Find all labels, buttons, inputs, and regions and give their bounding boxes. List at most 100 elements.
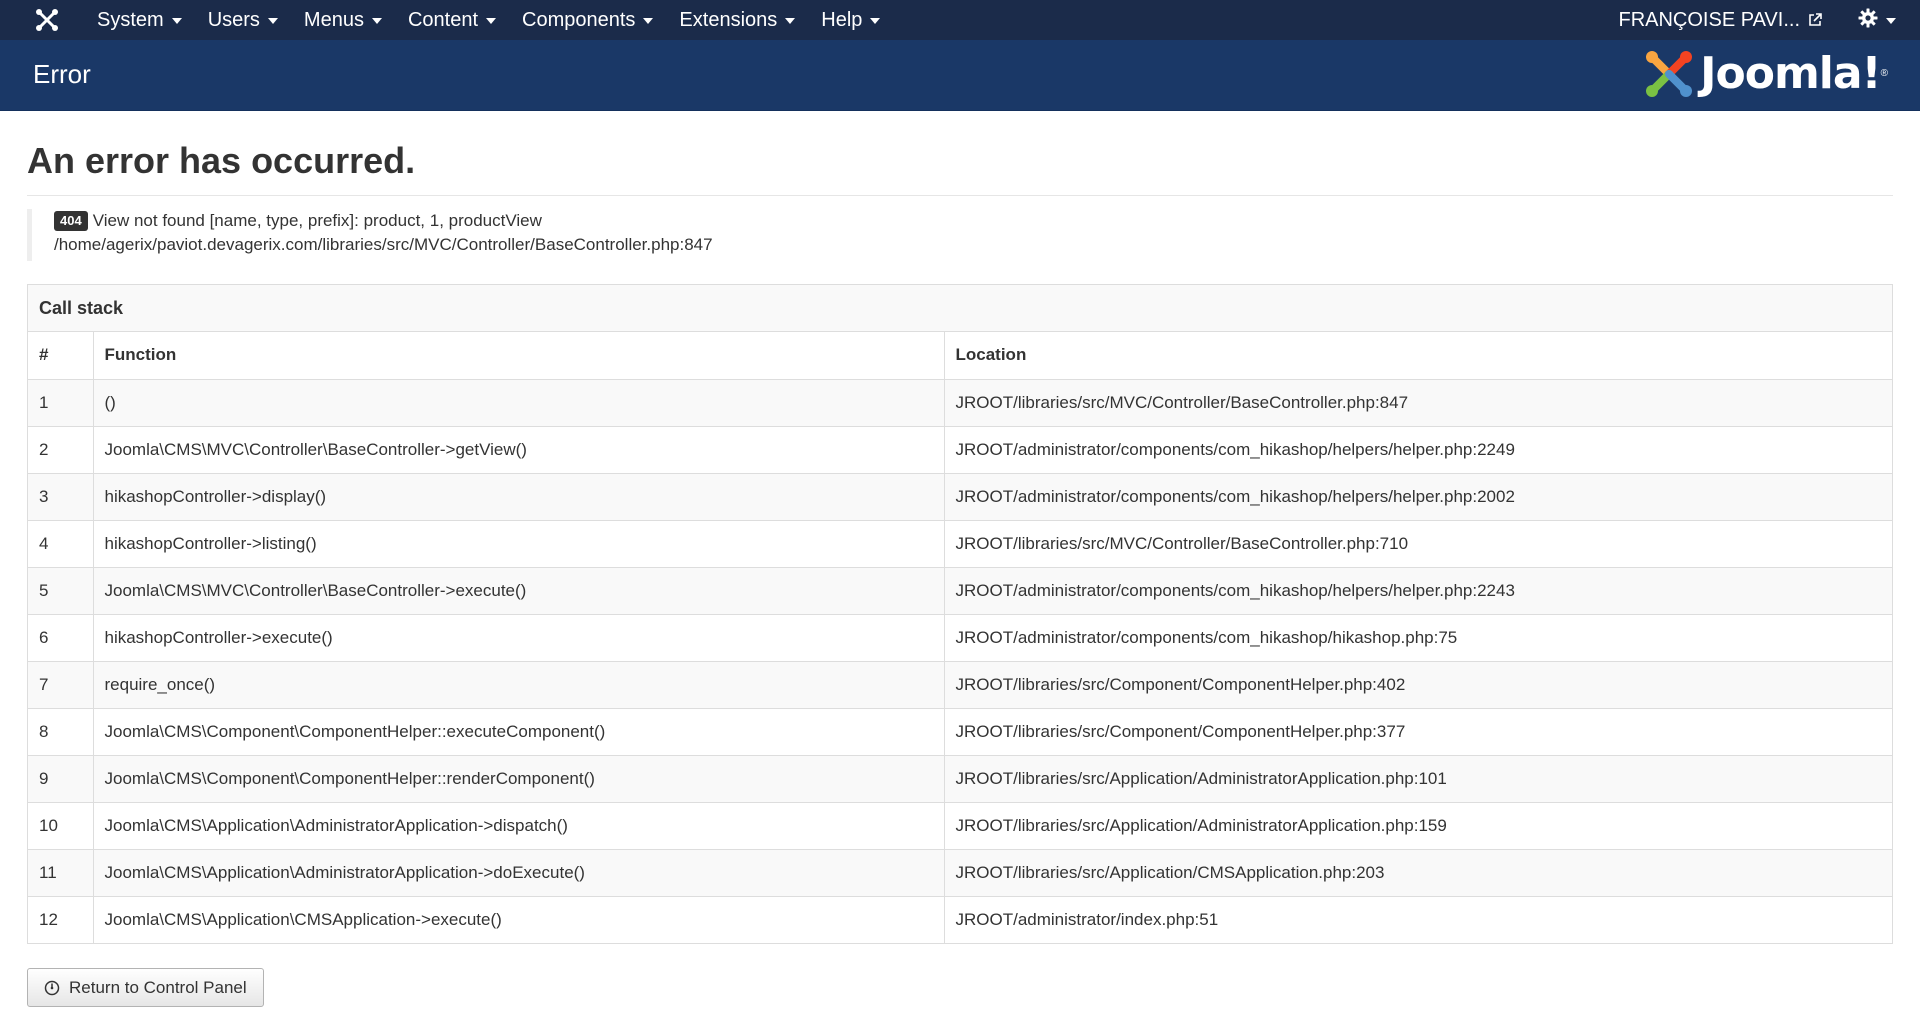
menu-help[interactable]: Help [808,0,893,40]
cell-num: 11 [28,849,94,897]
logo-text: Joomla! [1700,48,1882,99]
table-row: 9 Joomla\CMS\Component\ComponentHelper::r… [28,755,1892,803]
top-navbar: System Users Menus Content Components Ex… [0,0,1920,40]
cell-function: hikashopController->execute() [93,614,945,662]
cell-function: hikashopController->display() [93,473,945,521]
column-header-location: Location [944,332,1892,380]
cell-function: Joomla\CMS\Application\AdministratorAppl… [93,849,945,897]
column-header-num: # [28,332,94,380]
call-stack-caption: Call stack [28,285,1892,332]
table-row: 4 hikashopController->listing() JROOT/libr… [28,520,1892,568]
page-header: Error Joomla! ® [0,40,1920,111]
caret-down-icon [267,18,278,24]
cell-num: 3 [28,473,94,521]
menu-label: Extensions [679,8,778,31]
menu-system[interactable]: System [84,0,195,40]
gear-icon [1858,8,1878,33]
cell-location: JROOT/administrator/index.php:51 [944,896,1892,943]
error-heading: An error has occurred. [27,140,416,181]
divider [27,195,1893,196]
main-content: An error has occurred. 404 View not foun… [27,111,1893,1007]
table-row: 5 Joomla\CMS\MVC\Controller\BaseControlle… [28,567,1892,615]
cell-location: JROOT/administrator/components/com_hikas… [944,426,1892,474]
dashboard-icon [44,980,60,996]
external-link-icon [1808,13,1822,27]
cell-num: 2 [28,426,94,474]
return-button-label: Return to Control Panel [69,977,247,997]
cell-function: require_once() [93,661,945,709]
caret-down-icon [1886,18,1896,24]
table-row: 11 Joomla\CMS\Application\AdministratorAp… [28,849,1892,897]
caret-down-icon [785,18,796,24]
error-code-badge: 404 [54,211,88,231]
cell-location: JROOT/administrator/components/com_hikas… [944,473,1892,521]
cell-function: () [93,379,945,427]
cell-function: Joomla\CMS\Application\AdministratorAppl… [93,802,945,850]
joomla-logo: Joomla! ® [1644,48,1888,99]
cell-num: 12 [28,896,94,943]
menu-components[interactable]: Components [509,0,666,40]
settings-dropdown[interactable] [1858,8,1896,33]
cell-num: 7 [28,661,94,709]
cell-num: 1 [28,379,94,427]
table-row: 6 hikashopController->execute() JROOT/admi… [28,614,1892,662]
caret-down-icon [486,18,497,24]
cell-function: Joomla\CMS\MVC\Controller\BaseController… [93,426,945,474]
main-menu: System Users Menus Content Components Ex… [84,0,893,40]
navbar-right: FRANÇOISE PAVI... [1618,0,1896,40]
table-row: 12 Joomla\CMS\Application\CMSApplication-… [28,896,1892,943]
cell-function: Joomla\CMS\Component\ComponentHelper::re… [93,755,945,803]
call-stack-table: Call stack # Function Location 1() JROOT/… [27,284,1893,944]
table-row: 2 Joomla\CMS\MVC\Controller\BaseControlle… [28,426,1892,474]
table-row: 8 Joomla\CMS\Component\ComponentHelper::e… [28,708,1892,756]
cell-location: JROOT/libraries/src/MVC/Controller/BaseC… [944,520,1892,568]
caret-down-icon [643,18,654,24]
cell-location: JROOT/administrator/components/com_hikas… [944,614,1892,662]
menu-label: Users [207,8,260,31]
cell-function: Joomla\CMS\Component\ComponentHelper::ex… [93,708,945,756]
cell-function: Joomla\CMS\Application\CMSApplication->e… [93,896,945,943]
cell-location: JROOT/libraries/src/Application/Administ… [944,755,1892,803]
cell-location: JROOT/libraries/src/MVC/Controller/BaseC… [944,379,1892,427]
table-row: 10 Joomla\CMS\Application\AdministratorAp… [28,802,1892,850]
caret-down-icon [371,18,382,24]
table-header-row: # Function Location [28,332,1892,380]
menu-label: System [97,8,164,31]
cell-num: 5 [28,567,94,615]
column-header-function: Function [93,332,945,380]
error-message: View not found [name, type, prefix]: pro… [92,211,542,230]
cell-num: 9 [28,755,94,803]
cell-num: 4 [28,520,94,568]
cell-function: Joomla\CMS\MVC\Controller\BaseController… [93,567,945,615]
call-stack-grid: # Function Location 1() JROOT/libraries/s… [28,332,1892,943]
menu-extensions[interactable]: Extensions [666,0,808,40]
cell-num: 8 [28,708,94,756]
table-row: 1() JROOT/libraries/src/MVC/Controller/Ba… [28,379,1892,427]
user-name: FRANÇOISE PAVI... [1618,8,1800,31]
menu-label: Content [407,8,479,31]
cell-location: JROOT/libraries/src/Component/ComponentH… [944,661,1892,709]
table-row: 3 hikashopController->display() JROOT/admi… [28,473,1892,521]
table-row: 7 require_once() JROOT/libraries/src/Compo… [28,661,1892,709]
menu-menus[interactable]: Menus [291,0,395,40]
page-header-title: Error [33,59,91,89]
cell-location: JROOT/libraries/src/Component/ComponentH… [944,708,1892,756]
menu-label: Components [522,8,636,31]
menu-label: Help [821,8,863,31]
error-message-block: 404 View not found [name, type, prefix]:… [27,209,1893,261]
error-line: 404 View not found [name, type, prefix]:… [54,209,1893,233]
cell-location: JROOT/administrator/components/com_hikas… [944,567,1892,615]
site-link[interactable]: FRANÇOISE PAVI... [1618,9,1822,32]
caret-down-icon [870,18,881,24]
return-to-control-panel-button[interactable]: Return to Control Panel [27,968,264,1007]
joomla-logo-icon [1646,50,1693,97]
menu-label: Menus [303,8,364,31]
cell-location: JROOT/libraries/src/Application/Administ… [944,802,1892,850]
menu-users[interactable]: Users [195,0,291,40]
joomla-icon[interactable] [24,0,70,40]
menu-content[interactable]: Content [395,0,509,40]
cell-num: 10 [28,802,94,850]
error-file-path: /home/agerix/paviot.devagerix.com/librar… [54,235,713,254]
cell-function: hikashopController->listing() [93,520,945,568]
cell-location: JROOT/libraries/src/Application/CMSAppli… [944,849,1892,897]
